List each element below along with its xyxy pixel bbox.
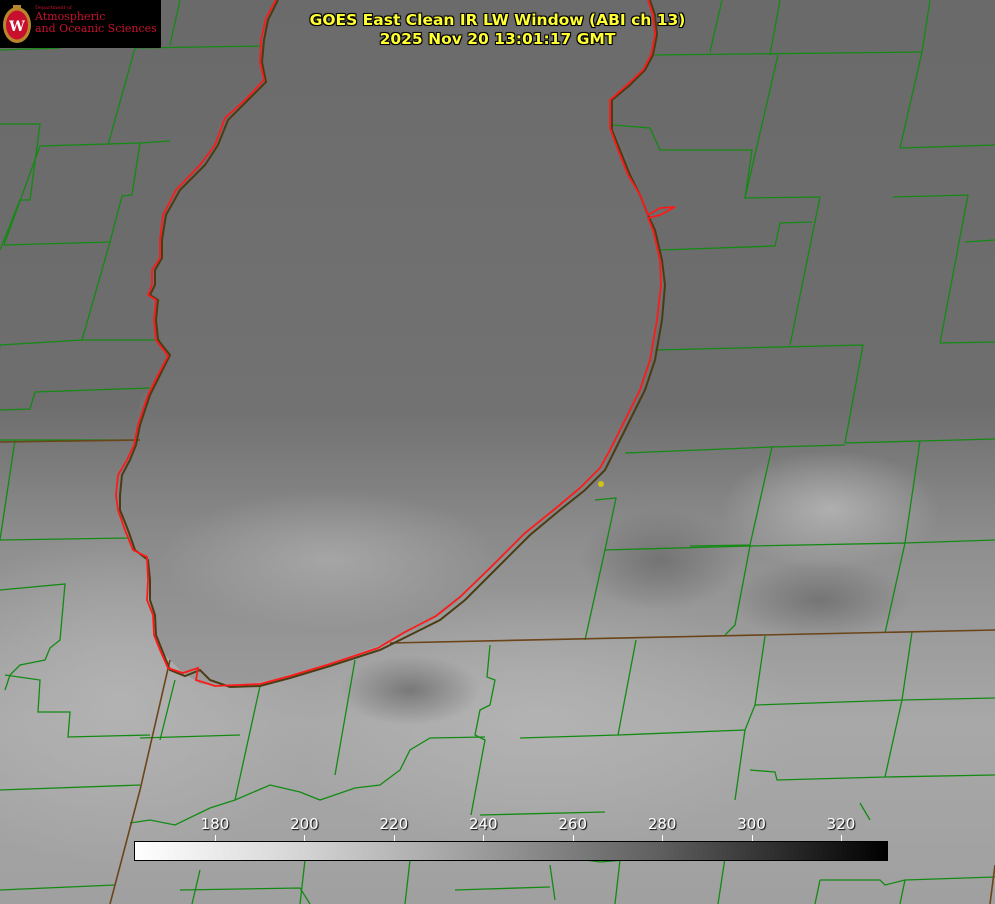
colorbar-tick-label: 220 <box>379 815 409 833</box>
colorbar-tick-label: 280 <box>647 815 677 833</box>
colorbar-tick-label: 240 <box>468 815 498 833</box>
colorbar-tick-label: 180 <box>200 815 230 833</box>
station-marker <box>598 481 604 487</box>
product-title: GOES East Clean IR LW Window (ABI ch 13) <box>309 11 686 29</box>
colorbar <box>134 841 888 861</box>
colorbar-tick-label: 300 <box>737 815 766 833</box>
cloud-gap <box>730 560 910 640</box>
satellite-map <box>0 0 995 904</box>
cloud-area <box>720 450 940 570</box>
colorbar-tick-label: 200 <box>290 815 319 833</box>
cloud-gap <box>340 655 480 725</box>
cloud-gap <box>580 510 740 610</box>
satellite-image-viewer: W Department of Atmospheric and Oceanic … <box>0 0 995 904</box>
timestamp: 2025 Nov 20 13:01:17 GMT <box>379 30 616 48</box>
lake-effect-cloud <box>160 490 500 630</box>
colorbar-tick-label: 260 <box>558 815 588 833</box>
colorbar-tick-label: 320 <box>826 815 856 833</box>
